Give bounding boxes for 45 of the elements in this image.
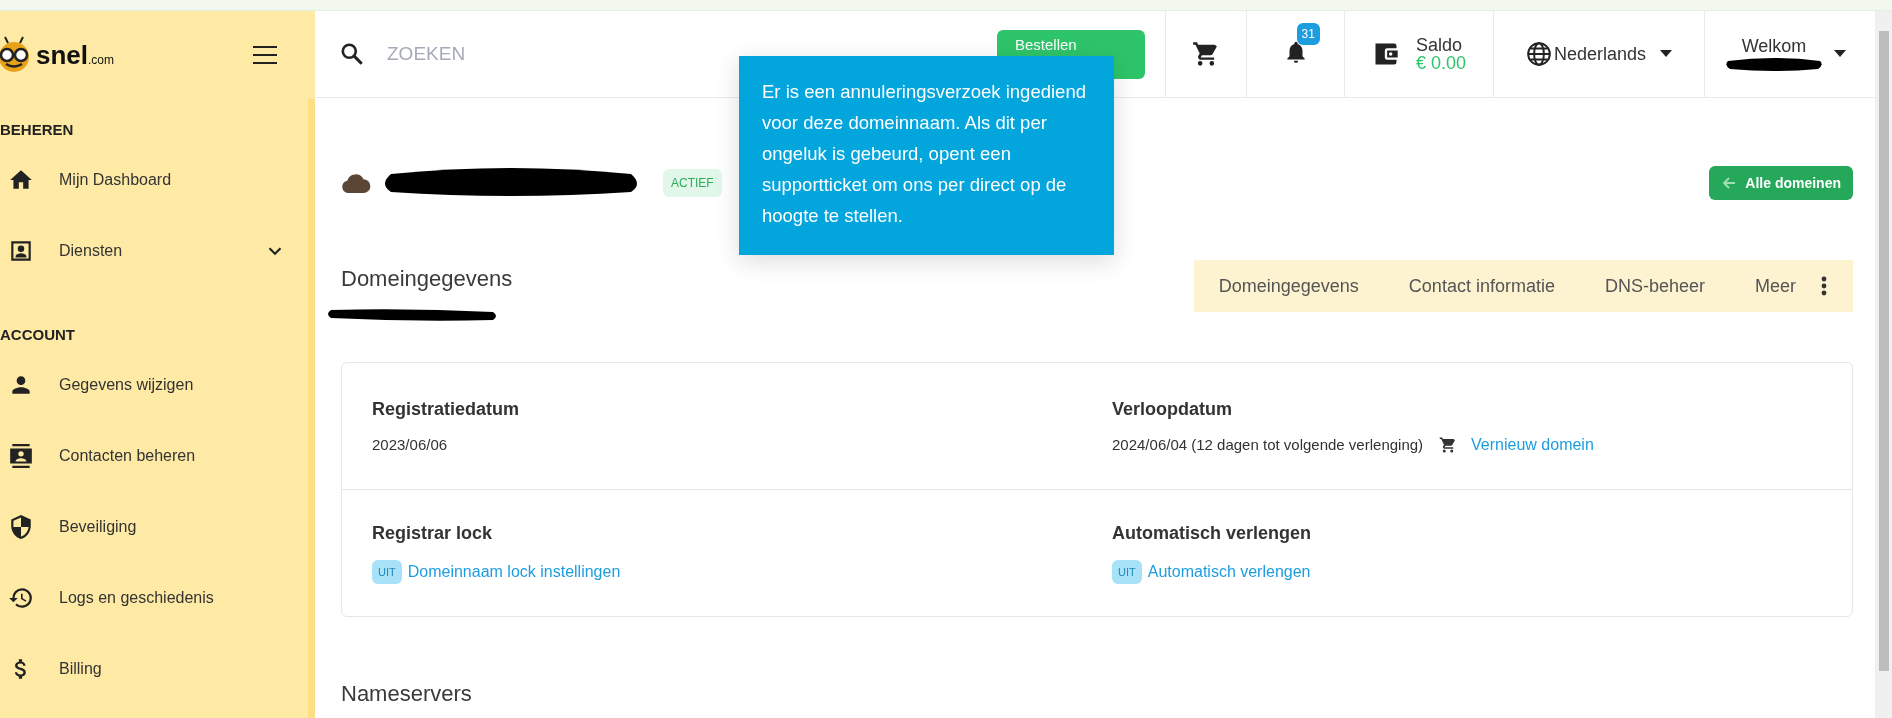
menu-icon[interactable]	[253, 46, 277, 64]
sidebar-section-title: BEHEREN	[0, 120, 75, 140]
off-badge: UIT	[1112, 559, 1142, 584]
search-icon[interactable]	[339, 41, 365, 67]
cloud-icon	[341, 173, 371, 193]
tab[interactable]: DNS-beheer	[1579, 260, 1730, 312]
more-vertical-icon[interactable]	[1821, 276, 1827, 296]
field-label: Verloopdatum	[1112, 398, 1233, 420]
field-label: Registrar lock	[372, 522, 494, 544]
language-dropdown[interactable]: Nederlands	[1525, 41, 1673, 67]
sidebar-item[interactable]: Gegevens wijzigen	[0, 349, 308, 420]
logo-text[interactable]: snel.com	[36, 39, 115, 71]
field-label: Automatisch verlengen	[1112, 522, 1313, 544]
contacts-icon	[8, 442, 34, 469]
status-badge: ACTIEF	[663, 169, 722, 197]
cart-icon	[1439, 435, 1458, 454]
globe-icon	[1525, 41, 1552, 67]
sidebar-item[interactable]: Contacten beheren	[0, 420, 308, 491]
welcome-text: Welkom	[1741, 37, 1807, 55]
caret-icon[interactable]	[1834, 50, 1846, 58]
sidebar-item[interactable]: Diensten	[0, 215, 308, 286]
shield-icon	[8, 513, 34, 540]
tab[interactable]: Contact informatie	[1383, 260, 1580, 312]
sidebar-item[interactable]: Beveiliging	[0, 491, 308, 562]
caret-icon	[1660, 50, 1673, 58]
balance-label: Saldo	[1415, 36, 1463, 54]
notification-badge: 31	[1296, 23, 1320, 45]
field-value: 2023/06/06	[372, 436, 448, 453]
tab[interactable]: Domeingegevens	[1193, 260, 1384, 312]
cart-icon[interactable]	[1192, 40, 1220, 68]
sidebar-item[interactable]: Mijn Dashboard	[0, 144, 308, 215]
sidebar-item[interactable]: Billing	[0, 633, 308, 704]
tooltip: Er is een annuleringsverzoek ingediend voor deze domeinnaam. Als dit per ongeluk is gebeurd, opent een supportticket om ons per direct op de hoogte te stellen.	[739, 56, 1114, 255]
sidebar-item[interactable]: Logs en geschiedenis	[0, 562, 308, 633]
tab[interactable]: Meer	[1730, 260, 1821, 312]
section-heading: Nameservers	[341, 681, 473, 707]
field-value: 2024/06/04 (12 dagen tot volgende verlenging)	[1112, 436, 1424, 453]
balance-amount: € 0.00	[1415, 54, 1466, 72]
search-field[interactable]: ZOEKEN	[385, 42, 689, 66]
arrow-left-icon	[1721, 175, 1738, 191]
field-label: Registratiedatum	[372, 399, 521, 420]
scrollbar[interactable]	[1875, 11, 1892, 718]
off-badge: UIT	[372, 559, 402, 584]
section-heading: Domeingegevens	[341, 266, 513, 292]
sidebar-section-title: ACCOUNT	[0, 325, 76, 345]
